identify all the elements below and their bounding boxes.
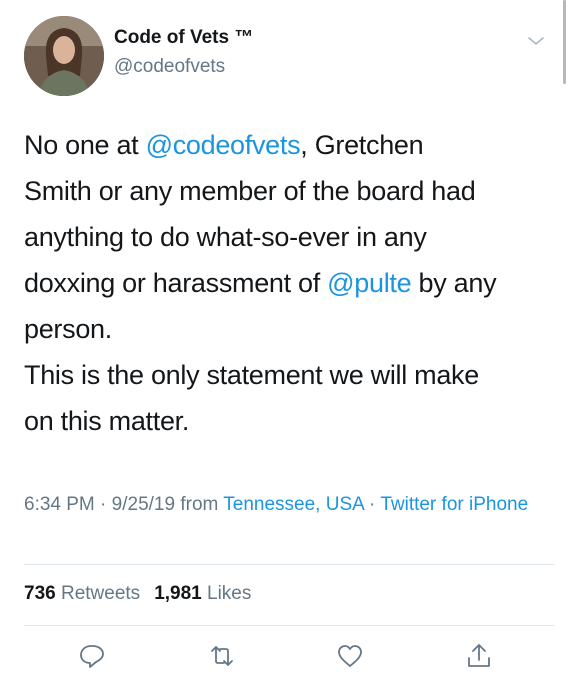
tweet-text-line: This is the only statement we will make [24, 352, 559, 398]
tweet: Code of Vets ™ @codeofvets No one at @co… [0, 0, 570, 682]
tweet-time[interactable]: 6:34 PM [24, 494, 95, 515]
tweet-text-segment: This is the only statement we will make [24, 360, 479, 390]
meta-separator: · [363, 494, 381, 515]
likes-count: 1,981 [154, 583, 202, 604]
tweet-text-line: No one at @codeofvets, Gretchen [24, 122, 559, 168]
likes-stat[interactable]: 1,981 Likes [154, 583, 251, 604]
retweets-count: 736 [24, 583, 56, 604]
tweet-text-segment: , Gretchen [300, 130, 424, 160]
tweet-date[interactable]: 9/25/19 [112, 494, 175, 515]
handle[interactable]: @codeofvets [114, 56, 225, 78]
meta-from: from [175, 494, 224, 515]
display-name[interactable]: Code of Vets ™ [114, 27, 253, 49]
tweet-text-segment: person. [24, 314, 112, 344]
tweet-text-line: Smith or any member of the board had [24, 168, 559, 214]
divider [24, 564, 554, 565]
scrollbar[interactable] [563, 0, 566, 84]
divider [24, 625, 554, 626]
source-link[interactable]: Twitter for iPhone [380, 494, 528, 515]
reply-icon[interactable] [78, 642, 106, 670]
tweet-stats: 736 Retweets 1,981 Likes [24, 583, 251, 605]
retweets-stat[interactable]: 736 Retweets [24, 583, 140, 604]
meta-separator: · [94, 494, 112, 515]
tweet-text-segment: by any [411, 268, 497, 298]
tweet-meta: 6:34 PM · 9/25/19 from Tennessee, USA · … [24, 489, 544, 521]
share-icon[interactable] [465, 642, 493, 670]
tweet-text-line: anything to do what-so-ever in any [24, 214, 559, 260]
tweet-text-line: person. [24, 306, 559, 352]
tweet-text-segment: doxxing or harassment of [24, 268, 328, 298]
tweet-text-segment: anything to do what-so-ever in any [24, 222, 427, 252]
tweet-text-segment: Smith or any member of the board had [24, 176, 476, 206]
tweet-text-line: on this matter. [24, 398, 559, 444]
tweet-text: No one at @codeofvets, Gretchen Smith or … [24, 122, 559, 444]
tweet-text-segment: on this matter. [24, 406, 190, 436]
chevron-down-icon[interactable] [527, 34, 545, 46]
tweet-text-segment: No one at [24, 130, 146, 160]
like-icon[interactable] [336, 642, 364, 670]
mention-link[interactable]: @codeofvets [146, 130, 301, 160]
tweet-text-line: doxxing or harassment of @pulte by any [24, 260, 559, 306]
mention-link[interactable]: @pulte [327, 268, 411, 298]
location-link[interactable]: Tennessee, USA [223, 494, 363, 515]
retweets-label: Retweets [55, 583, 141, 604]
likes-label: Likes [201, 583, 252, 604]
avatar[interactable] [24, 16, 104, 96]
profile-photo-icon [24, 16, 104, 96]
retweet-icon[interactable] [208, 642, 236, 670]
